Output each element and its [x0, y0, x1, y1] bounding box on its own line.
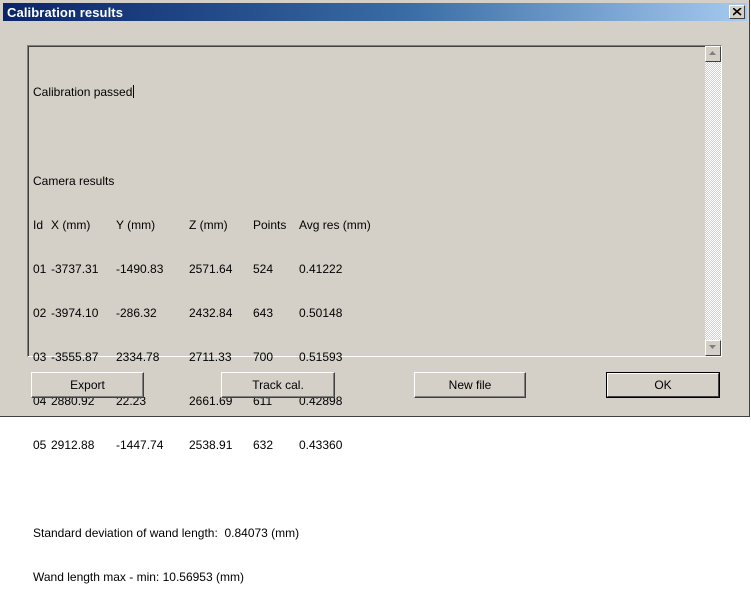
z-value: 2571.64 — [189, 261, 233, 276]
arrow-up-icon — [709, 51, 716, 55]
x-value: -3737.31 — [51, 261, 99, 276]
max-min-line: Wand length max - min: 10.56953 (mm) — [33, 570, 244, 585]
column-header: Points — [253, 217, 287, 232]
table-row: 01 -3737.31 -1490.83 2571.64 524 0.41222 — [33, 262, 693, 277]
column-header: Z (mm) — [189, 217, 228, 232]
scroll-down-button[interactable] — [705, 340, 721, 356]
track-cal-button[interactable]: Track cal. — [221, 372, 335, 398]
arrow-down-icon — [709, 345, 716, 349]
camera-results-heading: Camera results — [33, 173, 115, 188]
y-value: 2334.78 — [116, 349, 160, 364]
column-header: Y (mm) — [116, 217, 156, 232]
points-value: 700 — [253, 349, 274, 364]
status-line: Calibration passed — [33, 85, 133, 100]
y-value: -1490.83 — [116, 261, 164, 276]
avg-res-value: 0.50148 — [299, 305, 343, 320]
calibration-results-window: Calibration results Calibration passed C… — [0, 0, 750, 584]
z-value: 2538.91 — [189, 438, 233, 453]
std-dev-line: Standard deviation of wand length: 0.840… — [33, 526, 300, 541]
avg-res-value: 0.41222 — [299, 261, 343, 276]
ok-button[interactable]: OK — [606, 372, 720, 398]
close-button[interactable] — [729, 5, 745, 19]
window-title: Calibration results — [7, 5, 124, 20]
results-content: Calibration passed Camera results Id X (… — [33, 56, 693, 615]
column-header: Id — [33, 217, 44, 232]
results-text-area[interactable]: Calibration passed Camera results Id X (… — [27, 45, 722, 584]
column-header: X (mm) — [51, 217, 91, 232]
text-caret — [133, 85, 135, 99]
x-value: -3974.10 — [51, 305, 99, 320]
close-icon — [733, 8, 742, 16]
table-row: 03 -3555.87 2334.78 2711.33 700 0.51593 — [33, 350, 693, 365]
points-value: 643 — [253, 305, 274, 320]
x-value: -3555.87 — [51, 349, 99, 364]
avg-res-value: 0.43360 — [299, 438, 343, 453]
title-bar[interactable]: Calibration results — [3, 3, 747, 21]
y-value: -286.32 — [116, 305, 157, 320]
table-row: 05 2912.88 -1447.74 2538.91 632 0.43360 — [33, 438, 693, 453]
y-value: -1447.74 — [116, 438, 164, 453]
scroll-up-button[interactable] — [705, 46, 721, 62]
camera-id: 05 — [33, 438, 47, 453]
export-button[interactable]: Export — [31, 372, 144, 398]
points-value: 632 — [253, 438, 274, 453]
vertical-scrollbar[interactable] — [705, 46, 721, 356]
column-header-row: Id X (mm) Y (mm) Z (mm) Points Avg res (… — [33, 218, 693, 233]
camera-id: 01 — [33, 261, 47, 276]
x-value: 2912.88 — [51, 438, 95, 453]
table-row: 02 -3974.10 -286.32 2432.84 643 0.50148 — [33, 306, 693, 321]
column-header: Avg res (mm) — [299, 217, 371, 232]
points-value: 524 — [253, 261, 274, 276]
avg-res-value: 0.51593 — [299, 349, 343, 364]
camera-id: 03 — [33, 349, 47, 364]
z-value: 2432.84 — [189, 305, 233, 320]
z-value: 2711.33 — [189, 349, 232, 364]
new-file-button[interactable]: New file — [414, 372, 526, 398]
camera-id: 02 — [33, 305, 47, 320]
